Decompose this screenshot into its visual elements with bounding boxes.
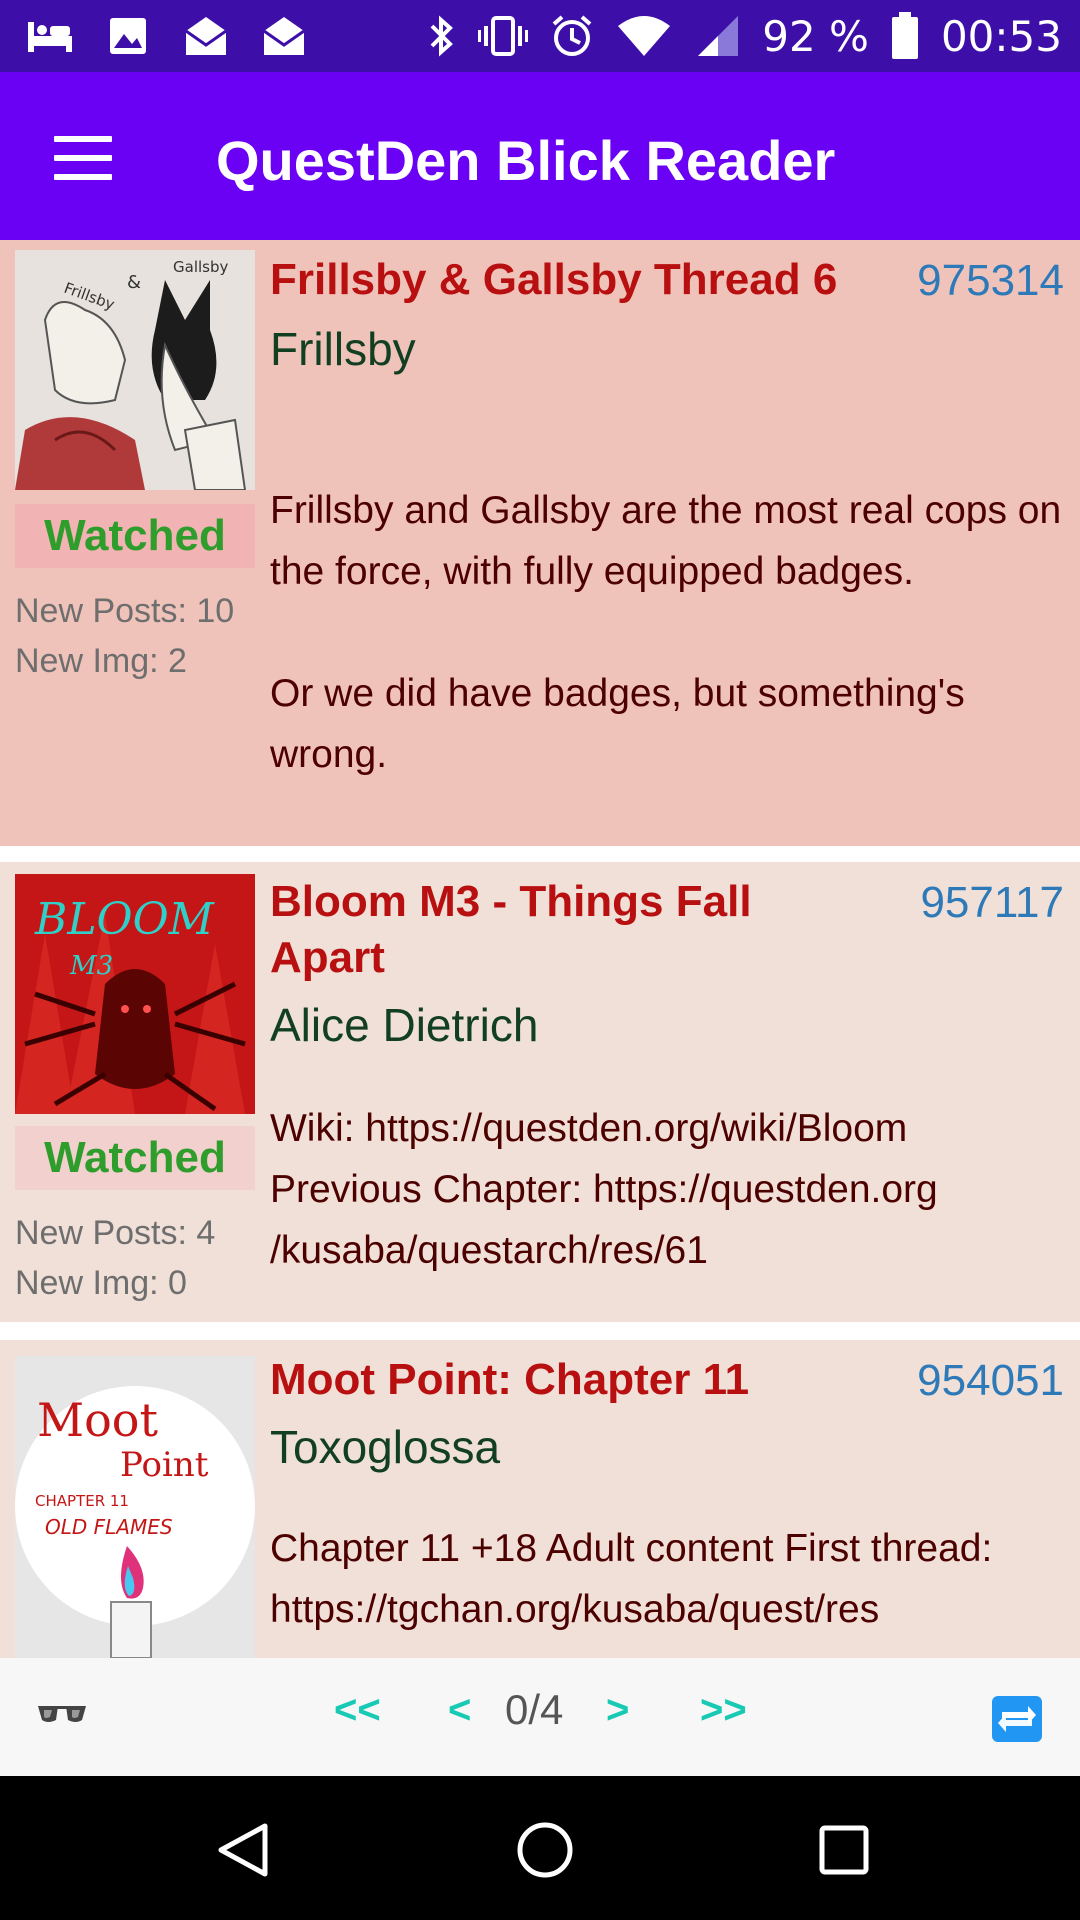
image-icon <box>104 14 152 58</box>
thread-title[interactable]: Frillsby & Gallsby Thread 6 <box>270 252 837 308</box>
thread-title[interactable]: Moot Point: Chapter 11 <box>270 1352 749 1408</box>
watched-badge: Watched <box>15 1126 255 1190</box>
first-page-button[interactable]: << <box>334 1688 381 1733</box>
thumb-caption: Gallsby <box>173 258 228 276</box>
refresh-icon[interactable] <box>992 1696 1042 1742</box>
thread-id[interactable]: 957117 <box>920 878 1064 928</box>
thread-description: Wiki: https://questden.org/wiki/Bloom Pr… <box>270 1107 938 1272</box>
page-indicator: 0/4 <box>505 1686 564 1733</box>
app-title: QuestDen Blick Reader <box>216 129 836 192</box>
hotel-icon <box>26 14 74 58</box>
status-bar: 92 % 00:53 <box>0 0 1080 72</box>
thumb-caption: Moot <box>37 1393 158 1447</box>
alarm-icon <box>552 15 592 56</box>
clock: 00:53 <box>940 11 1062 61</box>
thread-thumbnail: Moot Point CHAPTER 11 OLD FLAMES <box>15 1356 255 1658</box>
home-icon[interactable] <box>515 1820 575 1880</box>
thread-card[interactable]: Frillsby & Gallsby Watched New Posts: 10… <box>0 240 1080 846</box>
thumb-caption: OLD FLAMES <box>45 1515 173 1539</box>
thumb-caption: M3 <box>69 951 113 981</box>
new-posts-count: New Posts: 10 <box>15 592 235 630</box>
thread-card[interactable]: BLOOM M3 Watched New Posts: 4 New Img: 0… <box>0 862 1080 1322</box>
wifi-icon <box>618 16 671 56</box>
pager-bar: << < 0/4 > >> <box>0 1658 1080 1776</box>
thumb-caption: BLOOM <box>34 894 215 945</box>
vibrate-icon <box>478 16 529 56</box>
thread-description: Frillsby and Gallsby are the most real c… <box>270 489 1062 776</box>
thread-author: Frillsby <box>270 323 416 375</box>
thread-description: Chapter 11 +18 Adult content First threa… <box>270 1527 993 1631</box>
thread-list[interactable]: Frillsby & Gallsby Watched New Posts: 10… <box>0 240 1080 1658</box>
mail-open-icon <box>260 14 308 58</box>
thread-card[interactable]: Moot Point CHAPTER 11 OLD FLAMES Moot Po… <box>0 1340 1080 1658</box>
thread-title[interactable]: Bloom M3 - Things Fall Apart <box>270 874 830 986</box>
watched-badge: Watched <box>15 504 255 568</box>
notification-icons <box>26 14 308 58</box>
thread-counts: New Posts: 4 New Img: 0 <box>15 1208 215 1308</box>
thread-id[interactable]: 975314 <box>917 256 1064 306</box>
glasses-icon[interactable] <box>36 1698 88 1731</box>
thumb-caption: CHAPTER 11 <box>35 1492 129 1510</box>
back-icon[interactable] <box>215 1822 271 1878</box>
thread-thumbnail: BLOOM M3 <box>15 874 255 1114</box>
last-page-button[interactable]: >> <box>700 1688 747 1733</box>
bluetooth-icon <box>430 15 454 57</box>
prev-page-button[interactable]: < <box>448 1688 471 1733</box>
thumb-caption: Point <box>120 1445 209 1485</box>
thread-author: Alice Dietrich <box>270 999 539 1051</box>
hamburger-menu-icon[interactable] <box>54 136 112 180</box>
new-img-count: New Img: 0 <box>15 1264 187 1302</box>
new-posts-count: New Posts: 4 <box>15 1214 216 1252</box>
thread-counts: New Posts: 10 New Img: 2 <box>15 586 234 686</box>
new-img-count: New Img: 2 <box>15 642 187 680</box>
thumb-caption: & <box>127 272 141 293</box>
system-status: 92 % 00:53 <box>428 0 1062 72</box>
battery-percent: 92 % <box>762 11 869 61</box>
battery-icon <box>891 12 918 59</box>
signal-icon <box>698 16 739 56</box>
system-nav-bar <box>0 1776 1080 1920</box>
thread-author: Toxoglossa <box>270 1421 501 1473</box>
thread-thumbnail: Frillsby & Gallsby <box>15 250 255 490</box>
mail-open-icon <box>182 14 230 58</box>
thread-id[interactable]: 954051 <box>917 1356 1064 1406</box>
recents-icon[interactable] <box>818 1824 870 1876</box>
next-page-button[interactable]: > <box>606 1688 629 1733</box>
app-bar: QuestDen Blick Reader <box>0 72 1080 240</box>
